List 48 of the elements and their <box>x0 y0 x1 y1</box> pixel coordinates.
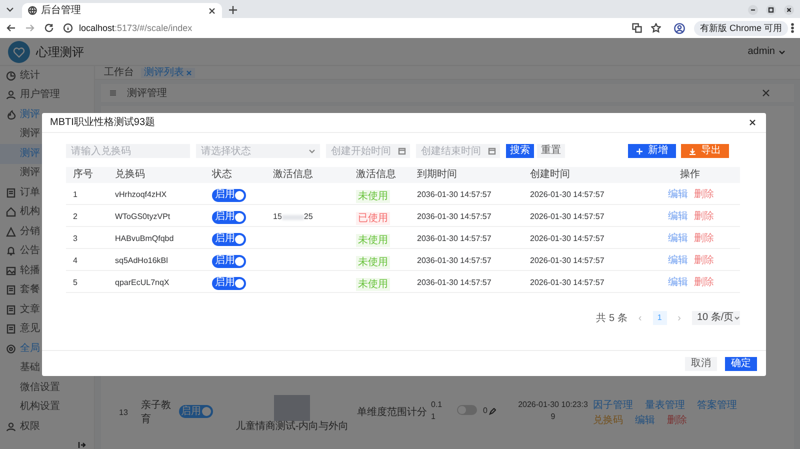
table-cell: 0 <box>483 405 488 417</box>
column-header: 状态 <box>211 170 233 180</box>
total-count: 共 5 条 <box>596 312 628 326</box>
breadcrumb-text: 测评管理 <box>127 86 167 100</box>
table-cell-text: 2036-01-30 14:57:57 <box>416 233 492 245</box>
status-tag: 未使用 <box>356 234 390 247</box>
table-cell-text: 2026-01-30 14:57:57 <box>529 255 606 267</box>
column-header: 操作 <box>679 170 701 180</box>
table-cell-text: 4 <box>72 255 78 267</box>
column-header: 序号 <box>72 170 94 180</box>
table-cell: 25 <box>304 211 313 223</box>
table-cell-text: 1 <box>72 189 78 201</box>
app-title: 心理测评 <box>36 44 84 60</box>
column-header: 创建时间 <box>529 170 571 180</box>
table-cell-text: 1 <box>431 411 436 423</box>
table-cell-text: 2 <box>72 211 78 223</box>
table-cell-text: sq5AdHo16kBl <box>114 255 169 267</box>
table-cell: 15 <box>273 211 282 223</box>
table-cell-text: 2026-01-30 14:57:57 <box>529 277 606 289</box>
status-tag: 未使用 <box>356 278 390 291</box>
table-cell-text: 2036-01-30 14:57:57 <box>416 189 492 201</box>
table-cell: 9 <box>550 411 556 423</box>
table-cell-text: WToGS0tyzVPt <box>114 211 172 223</box>
table-cell-text: vHrhzoqf4zHX <box>114 189 168 201</box>
table-cell-text: 2026-01-30 14:57:57 <box>529 211 606 223</box>
table-cell-text: 2026-01-30 14:57:57 <box>529 189 606 201</box>
table-cell-text: HABvuBmQfqbd <box>114 233 175 245</box>
column-header: 激活信息 <box>355 170 397 180</box>
status-tag: 已使用 <box>356 212 390 225</box>
table-cell: 2026-01-30 10:23:3 <box>518 399 588 411</box>
table-cell-text: 2026-01-30 14:57:57 <box>529 233 606 245</box>
table-cell-text: 3 <box>72 233 78 245</box>
column-header: 到期时间 <box>416 170 458 180</box>
table-cell-text: 5 <box>72 277 78 289</box>
column-header: 兑换码 <box>114 170 146 180</box>
table-cell-text: 单维度范围计分 <box>357 406 428 420</box>
table-cell-text: 2036-01-30 14:57:57 <box>416 255 492 267</box>
table-cell-text: 0.1 <box>431 399 444 411</box>
table-cell-text: 亲子教育 <box>141 398 172 427</box>
table-cell-text: 13 <box>118 407 129 419</box>
caption-text: 儿童情商测试-内向与外向 <box>235 421 349 433</box>
table-cell-text: 2036-01-30 14:57:57 <box>416 211 492 223</box>
status-tag: 未使用 <box>356 190 390 203</box>
table-cell-text: 2036-01-30 14:57:57 <box>416 277 492 289</box>
status-tag: 未使用 <box>356 256 390 269</box>
dialog-title: MBTI职业性格测试93题 <box>50 116 156 130</box>
table-cell-text: qparEcUL7nqX <box>114 277 170 289</box>
column-header: 激活信息 <box>272 170 314 180</box>
